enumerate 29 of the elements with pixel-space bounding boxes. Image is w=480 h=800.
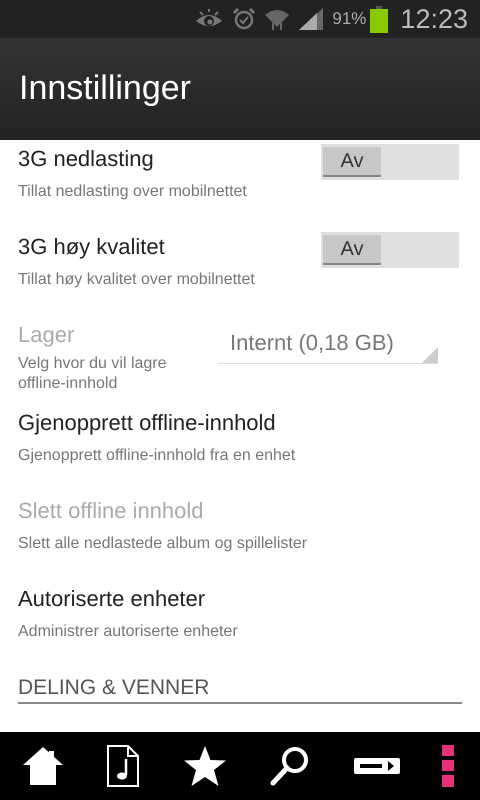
battery-percentage: 91% — [332, 9, 366, 29]
home-icon[interactable] — [22, 745, 64, 787]
setting-description: Slett alle nedlastede album og spillelister — [18, 534, 308, 554]
battery-icon — [370, 6, 388, 32]
setting-title[interactable]: Autoriserte enheter — [18, 586, 460, 612]
star-icon[interactable] — [182, 745, 227, 787]
setting-description: Tillat nedlasting over mobilnettet — [18, 182, 248, 202]
setting-title[interactable]: Gjenopprett offline-innhold — [18, 410, 460, 436]
alarm-icon — [232, 7, 256, 31]
screen-title: Innstillinger — [19, 68, 191, 108]
toggle-switch[interactable]: Av — [321, 144, 459, 180]
signal-icon — [298, 7, 324, 31]
wifi-icon — [264, 7, 290, 31]
setting-description: Tillat høy kvalitet over mobilnettet — [18, 270, 256, 290]
dropdown-corner-icon — [422, 347, 438, 363]
more-menu-icon[interactable] — [442, 745, 454, 787]
clock-time: 12:23 — [400, 4, 468, 34]
setting-title[interactable]: 3G nedlasting — [18, 146, 321, 172]
setting-description: Velg hvor du vil lagre offline-innhold — [18, 354, 168, 394]
setting-description: Administrer autoriserte enheter — [18, 622, 239, 642]
setting-title[interactable]: 3G høy kvalitet — [18, 234, 321, 260]
eye-icon — [194, 9, 224, 29]
toggle-thumb[interactable]: Av — [323, 235, 381, 265]
toggle-switch[interactable]: Av — [321, 232, 459, 268]
setting-description: Gjenopprett offline-innhold fra en enhet — [18, 446, 296, 466]
section-header: DELING & VENNER — [18, 676, 210, 699]
toggle-thumb[interactable]: Av — [323, 147, 381, 177]
music-file-icon[interactable] — [106, 745, 140, 787]
now-playing-icon[interactable] — [354, 758, 400, 774]
